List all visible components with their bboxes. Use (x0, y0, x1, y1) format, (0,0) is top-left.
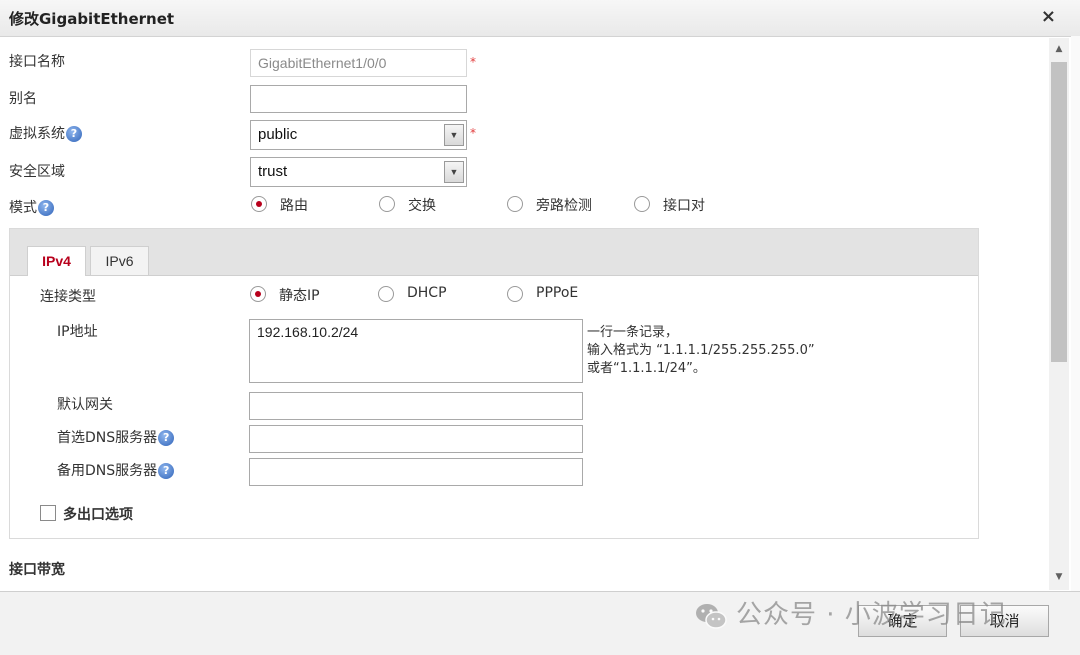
dns-primary-label: 首选DNS服务器? (57, 427, 175, 447)
multi-egress-label: 多出口选项 (63, 507, 133, 523)
ip-tabbar: IPv4 IPv6 (10, 229, 978, 276)
mode-label-text: 模式 (9, 200, 37, 216)
mode-option-label: 交换 (408, 198, 436, 214)
mode-option-label: 路由 (280, 198, 308, 214)
mode-radio-bypass[interactable] (507, 196, 523, 212)
vsys-label: 虚拟系统? (9, 123, 82, 143)
tab-ipv4[interactable]: IPv4 (27, 246, 86, 276)
interface-name-label: 接口名称 (9, 54, 65, 70)
mode-option-label: 旁路检测 (536, 198, 592, 214)
dns-secondary-input[interactable] (249, 458, 583, 486)
chevron-down-icon[interactable]: ▼ (444, 161, 464, 183)
dns-secondary-label: 备用DNS服务器? (57, 460, 175, 480)
wechat-icon (696, 603, 727, 629)
conn-radio-static[interactable] (250, 286, 266, 302)
gateway-input[interactable] (249, 392, 583, 420)
gateway-label: 默认网关 (57, 397, 113, 413)
dns-primary-input[interactable] (249, 425, 583, 453)
conn-option-label: 静态IP (279, 288, 320, 304)
mode-radio-route[interactable] (251, 196, 267, 212)
ip-settings-panel: IPv4 IPv6 连接类型 静态IP DHCP PPPoE IP地址 192.… (9, 228, 979, 539)
zone-select[interactable]: trust ▼ (250, 157, 467, 187)
alias-input[interactable] (250, 85, 467, 113)
tab-ipv6[interactable]: IPv6 (90, 246, 149, 275)
help-icon[interactable]: ? (38, 200, 54, 216)
edit-interface-dialog: 修改GigabitEthernet × 接口名称 GigabitEthernet… (0, 0, 1080, 655)
zone-label: 安全区域 (9, 164, 65, 180)
scrollbar-thumb[interactable] (1051, 62, 1067, 362)
multi-egress-checkbox[interactable] (40, 505, 56, 521)
conn-radio-dhcp[interactable] (378, 286, 394, 302)
required-mark: * (470, 55, 476, 69)
mode-option-label: 接口对 (663, 198, 705, 214)
mode-label: 模式? (9, 197, 54, 217)
ip-hint-line: 输入格式为 “1.1.1.1/255.255.255.0” (587, 343, 815, 358)
dialog-titlebar: 修改GigabitEthernet × (0, 0, 1080, 37)
vertical-scrollbar[interactable]: ▲ ▼ (1049, 38, 1069, 590)
ip-hint-line: 一行一条记录， (587, 325, 679, 340)
dns-primary-label-text: 首选DNS服务器 (57, 430, 158, 446)
help-icon[interactable]: ? (158, 463, 175, 479)
vsys-select[interactable]: public ▼ (250, 120, 467, 150)
zone-select-value: trust (258, 163, 288, 180)
dns-secondary-label-text: 备用DNS服务器 (57, 463, 158, 479)
ip-address-label: IP地址 (57, 324, 98, 340)
bandwidth-section-title: 接口带宽 (9, 562, 65, 578)
required-mark: * (470, 126, 476, 140)
conn-option-label: PPPoE (536, 285, 579, 301)
mode-radio-pair[interactable] (634, 196, 650, 212)
scroll-down-icon[interactable]: ▼ (1049, 566, 1069, 586)
ip-hint-line: 或者“1.1.1.1/24”。 (587, 361, 706, 376)
vsys-label-text: 虚拟系统 (9, 126, 65, 142)
close-icon[interactable]: × (1041, 6, 1056, 27)
ip-address-textarea[interactable]: 192.168.10.2/24 (249, 319, 583, 383)
help-icon[interactable]: ? (66, 126, 82, 142)
mode-radio-switch[interactable] (379, 196, 395, 212)
dialog-title: 修改GigabitEthernet (9, 10, 175, 28)
interface-name-field: GigabitEthernet1/0/0 (250, 49, 467, 77)
conn-type-label: 连接类型 (40, 289, 96, 305)
conn-radio-pppoe[interactable] (507, 286, 523, 302)
watermark: 公众号 · 小波学习日记 (694, 594, 1007, 634)
help-icon[interactable]: ? (158, 430, 175, 446)
chevron-down-icon[interactable]: ▼ (444, 124, 464, 146)
scroll-up-icon[interactable]: ▲ (1049, 38, 1069, 58)
alias-label: 别名 (9, 91, 37, 107)
window-edge (1071, 36, 1080, 654)
vsys-select-value: public (258, 126, 298, 143)
watermark-text: 公众号 · 小波学习日记 (736, 600, 1007, 630)
conn-option-label: DHCP (407, 285, 447, 301)
